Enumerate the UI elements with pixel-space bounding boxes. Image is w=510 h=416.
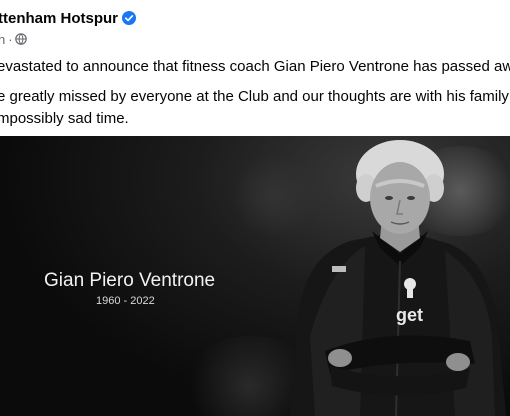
globe-icon[interactable] bbox=[14, 33, 27, 45]
author-name-link[interactable]: ttenham Hotspur bbox=[0, 10, 118, 27]
post-timestamp-link[interactable]: h bbox=[0, 32, 5, 47]
post-photo[interactable]: get Gian Piero Ventrone 1960 - 2022 bbox=[0, 136, 510, 416]
post-card: ttenham Hotspur h · evastated to announc… bbox=[0, 0, 510, 416]
coach-portrait: get bbox=[290, 140, 506, 416]
post-header: ttenham Hotspur h · bbox=[0, 8, 136, 52]
tribute-years: 1960 - 2022 bbox=[96, 295, 155, 307]
post-paragraph-2-line-2: mpossibly sad time. bbox=[0, 110, 129, 127]
post-paragraph-2-line-1: e greatly missed by everyone at the Club… bbox=[0, 88, 510, 105]
post-message: evastated to announce that fitness coach… bbox=[0, 56, 510, 130]
meta-separator: · bbox=[8, 31, 13, 47]
verified-badge-icon bbox=[122, 11, 136, 25]
author-row: ttenham Hotspur bbox=[0, 8, 136, 28]
jacket-sponsor-text: get bbox=[396, 305, 423, 325]
post-meta: h · bbox=[0, 30, 136, 48]
post-paragraph-2: e greatly missed by everyone at the Club… bbox=[0, 86, 510, 130]
post-paragraph-1: evastated to announce that fitness coach… bbox=[0, 58, 510, 75]
tribute-name: Gian Piero Ventrone bbox=[44, 270, 216, 291]
